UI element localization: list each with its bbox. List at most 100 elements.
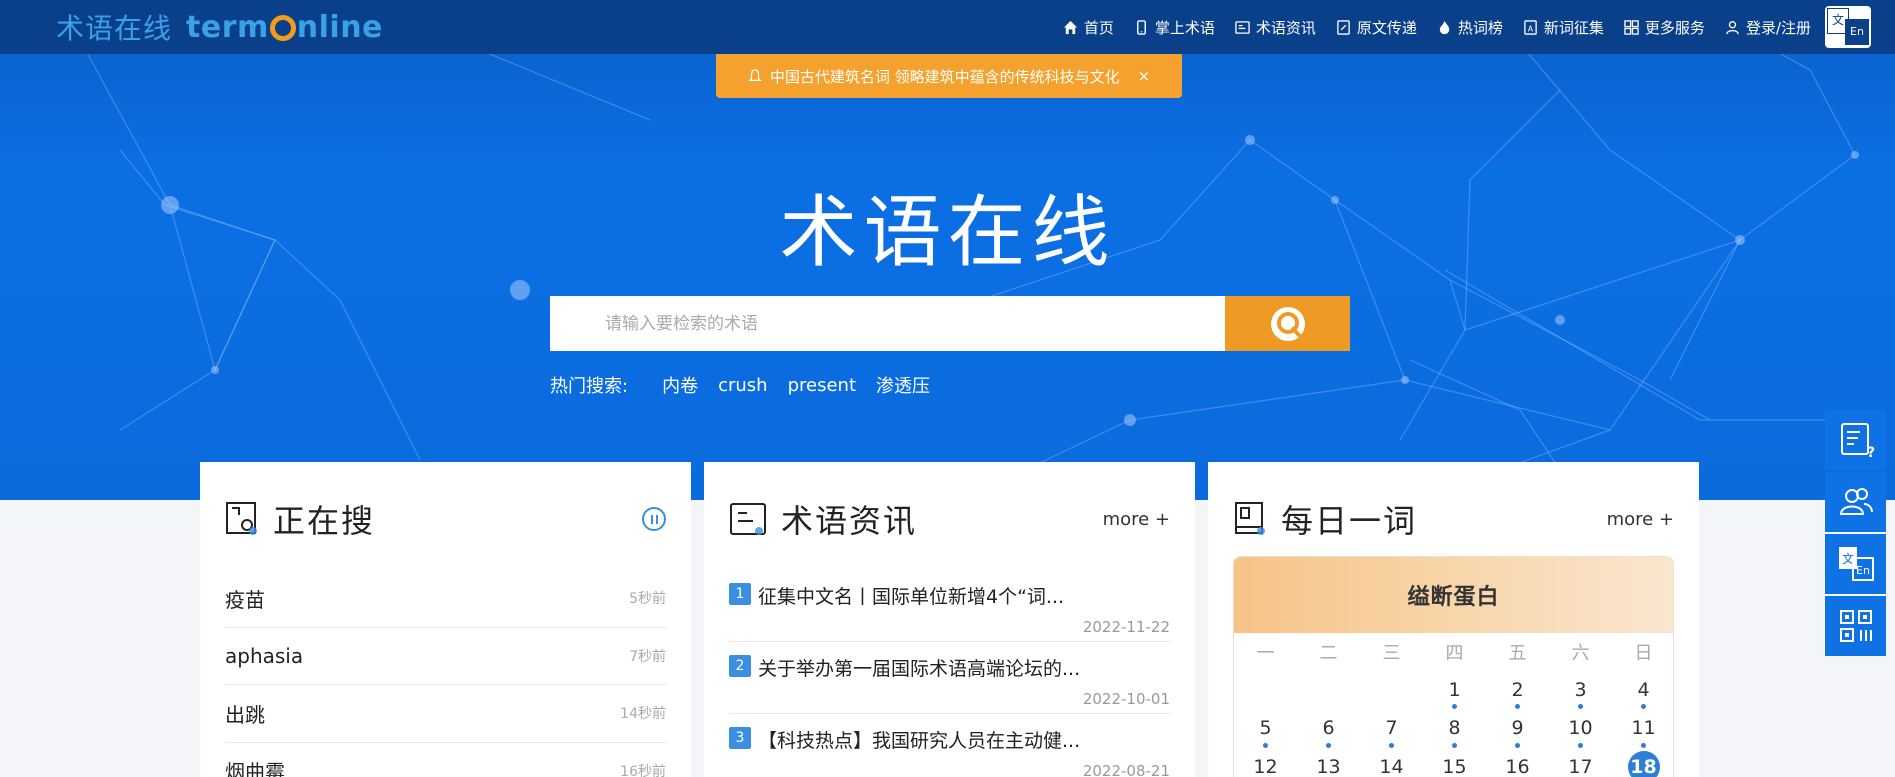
list-item[interactable]: 3 【科技热点】我国研究人员在主动健... 2022-08-21 [729,714,1170,777]
nav-mobile-terms[interactable]: 掌上术语 [1134,17,1215,38]
calendar-day[interactable]: 18 [1612,749,1673,777]
weekday-label: 四 [1445,643,1464,664]
top-navigation-bar: 术语在线 term nline 首页 掌上术语 术语资讯 原文传递 热词榜 A … [0,0,1895,54]
list-item[interactable]: 1 征集中文名丨国际单位新增4个“词... 2022-11-22 [729,570,1170,642]
site-logo[interactable]: 术语在线 term nline [56,8,383,46]
community-button[interactable] [1825,472,1886,532]
calendar-week-row: 5 6 7 8 9 10 11 [1234,710,1673,749]
daily-word[interactable]: 缢断蛋白 [1234,557,1673,633]
list-item[interactable]: 烟曲霉 16秒前 [225,743,666,777]
calendar-day[interactable]: 3 [1549,672,1612,711]
phone-icon [1136,19,1146,35]
weekday-label: 一 [1256,643,1275,664]
nav-document-delivery[interactable]: 原文传递 [1336,17,1417,38]
calendar-day-number: 10 [1568,717,1593,739]
calendar-week-row: 1 2 3 4 [1234,672,1673,711]
qrcode-icon [1839,610,1872,642]
news-date: 2022-08-21 [1082,762,1170,777]
card-header: 每日一词 more + [1233,498,1674,540]
calendar-day-number: 15 [1442,755,1467,777]
nav-label: 首页 [1083,18,1114,37]
hot-keyword[interactable]: 内卷 [662,372,698,398]
search-time: 5秒前 [629,591,666,608]
has-word-dot-icon [1452,742,1457,748]
list-item[interactable]: 2 关于举办第一届国际术语高端论坛的... 2022-10-01 [729,642,1170,714]
announcement-banner[interactable]: 中国古代建筑名词 领略建筑中蕴含的传统科技与文化 × [716,54,1182,98]
nav-label: 登录/注册 [1745,18,1811,37]
calendar-day-number: 3 [1574,678,1587,701]
calendar-day[interactable]: 2 [1486,672,1549,711]
calendar-day[interactable]: 10 [1549,710,1612,749]
search-card-icon [226,502,257,535]
search-input[interactable] [550,296,1225,351]
hot-keyword[interactable]: present [788,375,856,396]
logo-en-prefix: term [186,9,269,45]
card-header: 正在搜 [225,498,666,540]
grid-icon [1624,19,1639,35]
more-link[interactable]: more + [1103,509,1170,530]
news-date: 2022-10-01 [1082,690,1170,708]
calendar-day[interactable]: 11 [1612,710,1673,749]
calendar-day[interactable]: 16 [1486,749,1549,777]
news-title[interactable]: 征集中文名丨国际单位新增4个“词... [758,582,1064,609]
weekday-label: 六 [1571,643,1590,664]
svg-text:A: A [1528,24,1534,33]
news-title[interactable]: 关于举办第一届国际术语高端论坛的... [758,654,1080,681]
calendar-day[interactable]: 9 [1486,710,1549,749]
nav-label: 掌上术语 [1154,18,1215,37]
calendar-day[interactable]: 17 [1549,749,1612,777]
hot-keyword[interactable]: 渗透压 [876,372,930,398]
qrcode-button[interactable] [1825,596,1886,656]
logo-o-mark [269,15,296,41]
pause-icon[interactable] [642,507,666,531]
search-time: 16秒前 [620,763,666,777]
logo-chinese-text: 术语在线 [56,12,173,45]
calendar-day[interactable]: 12 [1234,749,1297,777]
calendar-day[interactable]: 15 [1423,749,1486,777]
search-term: 烟曲霉 [225,760,285,777]
news-icon [1235,20,1250,34]
calendar-day[interactable]: 1 [1423,672,1486,711]
news-card-icon [730,503,766,535]
nav-term-news[interactable]: 术语资讯 [1235,17,1316,38]
feedback-button[interactable]: ? [1825,410,1886,470]
calendar-day[interactable]: 14 [1360,749,1423,777]
calendar-day[interactable]: 13 [1297,749,1360,777]
svg-text:?: ? [1867,445,1875,460]
announcement-close-button[interactable]: × [1138,67,1151,85]
calendar-day[interactable]: 5 [1234,710,1297,749]
calendar-day-number: 7 [1385,717,1398,739]
nav-hot-words[interactable]: 热词榜 [1437,17,1503,38]
search-button[interactable] [1225,296,1350,351]
list-item[interactable]: 出跳 14秒前 [225,685,666,743]
calendar-day[interactable]: 8 [1423,710,1486,749]
calendar-day-number: 16 [1505,755,1530,777]
calendar-day-number: 2 [1511,678,1524,701]
nav-home[interactable]: 首页 [1063,17,1114,38]
weekday-label: 三 [1382,643,1401,664]
nav-label: 热词榜 [1457,18,1503,37]
calendar-day[interactable]: 6 [1297,710,1360,749]
weekday-label: 二 [1319,643,1338,664]
calendar-day[interactable]: 4 [1612,672,1673,711]
nav-label: 更多服务 [1644,18,1705,37]
calendar: 一 二 三 四 五 六 日 1 2 3 4 5 6 7 8 9 10 11 12 13 14 15 16 17 1… [1234,633,1673,777]
user-icon [1726,20,1739,34]
list-item[interactable]: aphasia 7秒前 [225,628,666,685]
floating-toolbar: ? 文 En [1825,410,1886,658]
language-switch-button[interactable]: 文 En [1825,6,1871,48]
calendar-day-number: 14 [1379,755,1404,777]
nav-label: 原文传递 [1356,18,1417,37]
translate-button[interactable]: 文 En [1825,534,1886,594]
list-item[interactable]: 疫苗 5秒前 [225,570,666,628]
hot-keyword[interactable]: crush [718,375,768,396]
calendar-day[interactable]: 7 [1360,710,1423,749]
weekday-label: 日 [1634,643,1653,664]
nav-new-word-collection[interactable]: A 新词征集 [1523,17,1604,38]
news-index-badge: 1 [729,583,751,605]
has-word-dot-icon [1389,742,1394,748]
news-title[interactable]: 【科技热点】我国研究人员在主动健... [758,726,1080,753]
nav-more-services[interactable]: 更多服务 [1624,17,1705,38]
nav-login-register[interactable]: 登录/注册 [1725,17,1811,38]
more-link[interactable]: more + [1607,509,1674,530]
